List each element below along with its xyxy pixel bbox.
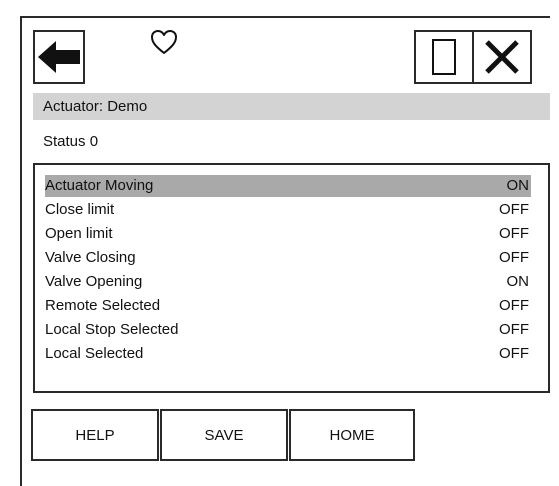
item-label: Valve Opening	[45, 273, 143, 290]
list-item[interactable]: Close limit OFF	[45, 199, 531, 221]
list-item[interactable]: Open limit OFF	[45, 223, 531, 245]
help-button[interactable]: HELP	[31, 409, 159, 461]
list-item[interactable]: Actuator Moving ON	[45, 175, 531, 197]
list-item[interactable]: Local Selected OFF	[45, 343, 531, 365]
item-label: Remote Selected	[45, 297, 161, 314]
item-value: ON	[506, 177, 530, 194]
list-item[interactable]: Valve Opening ON	[45, 271, 531, 293]
close-button[interactable]	[472, 30, 532, 84]
list-item[interactable]: Valve Closing OFF	[45, 247, 531, 269]
item-label: Valve Closing	[45, 249, 136, 266]
item-label: Local Selected	[45, 345, 144, 362]
status-label: Status 0	[43, 133, 99, 150]
item-value: OFF	[499, 249, 529, 266]
favorite-button[interactable]	[149, 28, 179, 56]
home-button[interactable]: HOME	[289, 409, 415, 461]
item-label: Local Stop Selected	[45, 321, 179, 338]
list-item[interactable]: Remote Selected OFF	[45, 295, 531, 317]
status-list[interactable]: Actuator Moving ON Close limit OFF Open …	[33, 163, 550, 393]
arrow-left-icon	[38, 41, 80, 73]
item-value: ON	[506, 273, 530, 290]
window-button[interactable]	[414, 30, 474, 84]
item-value: OFF	[499, 201, 529, 218]
item-label: Open limit	[45, 225, 113, 242]
back-button[interactable]	[33, 30, 85, 84]
item-value: OFF	[499, 321, 529, 338]
item-value: OFF	[499, 225, 529, 242]
close-x-icon	[485, 40, 519, 74]
item-value: OFF	[499, 297, 529, 314]
heart-outline-icon	[151, 30, 177, 54]
item-value: OFF	[499, 345, 529, 362]
item-label: Actuator Moving	[45, 177, 154, 194]
save-button[interactable]: SAVE	[160, 409, 288, 461]
list-item[interactable]: Local Stop Selected OFF	[45, 319, 531, 341]
title-bar: Actuator: Demo	[33, 93, 550, 120]
rectangle-icon	[432, 39, 456, 75]
item-label: Close limit	[45, 201, 115, 218]
